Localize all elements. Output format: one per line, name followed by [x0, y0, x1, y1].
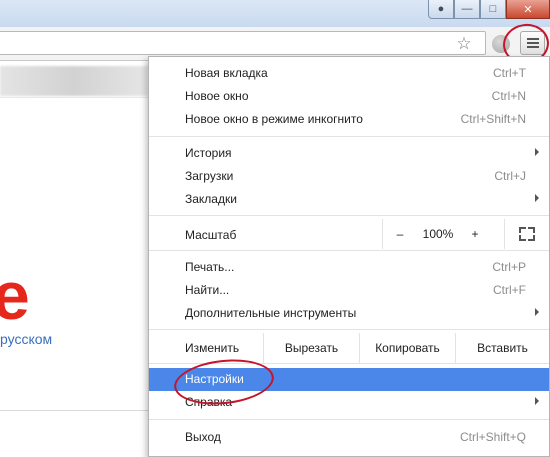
menu-item-label: Выход — [185, 430, 221, 444]
menu-item-shortcut: Ctrl+Shift+N — [460, 112, 526, 126]
site-logo: e — [0, 258, 30, 334]
blurred-page-header — [0, 66, 148, 96]
paste-label: Вставить — [477, 341, 528, 355]
menu-item-new-window[interactable]: Новое окно Ctrl+N — [149, 85, 549, 108]
chevron-right-icon — [535, 148, 539, 156]
menu-item-label: История — [185, 146, 232, 160]
menu-item-new-tab[interactable]: Новая вкладка Ctrl+T — [149, 62, 549, 85]
menu-item-find[interactable]: Найти... Ctrl+F — [149, 279, 549, 302]
menu-item-label: Печать... — [185, 260, 235, 274]
address-bar[interactable]: ☆ — [0, 31, 486, 55]
menu-item-label: Найти... — [185, 283, 230, 297]
menu-item-label: Загрузки — [185, 169, 234, 183]
chevron-right-icon — [535, 308, 539, 316]
menu-item-label: Новое окно — [185, 89, 249, 103]
cut-button[interactable]: Вырезать — [263, 333, 359, 363]
edit-label-text: Изменить — [185, 341, 240, 355]
zoom-level: 100% — [417, 219, 459, 249]
menu-item-shortcut: Ctrl+N — [491, 89, 526, 103]
menu-item-shortcut: Ctrl+Shift+Q — [459, 430, 526, 444]
zoom-out-button[interactable]: – — [382, 219, 417, 249]
zoom-in-button[interactable]: + — [459, 219, 491, 249]
menu-item-downloads[interactable]: Загрузки Ctrl+J — [149, 165, 549, 188]
menu-item-label: Закладки — [185, 192, 237, 206]
fullscreen-button[interactable] — [504, 219, 549, 249]
menu-item-history[interactable]: История — [149, 142, 549, 165]
edit-row: Изменить Вырезать Копировать Вставить — [149, 333, 549, 363]
menu-item-shortcut: Ctrl+P — [492, 260, 526, 274]
zoom-label: Масштаб — [185, 228, 237, 242]
menu-separator — [149, 215, 549, 216]
zoom-out-label: – — [396, 227, 404, 241]
copy-label: Копировать — [375, 341, 440, 355]
page-divider — [0, 410, 148, 411]
menu-item-incognito[interactable]: Новое окно в режиме инкогнито Ctrl+Shift… — [149, 108, 549, 131]
menu-item-print[interactable]: Печать... Ctrl+P — [149, 256, 549, 279]
window-controls: ● — □ ✕ — [428, 0, 550, 20]
user-icon[interactable]: ● — [428, 0, 454, 19]
star-icon[interactable]: ☆ — [453, 35, 475, 53]
chevron-right-icon — [535, 397, 539, 405]
menu-item-label: Новое окно в режиме инкогнито — [185, 112, 363, 126]
minimize-icon[interactable]: — — [454, 0, 480, 19]
zoom-in-label: + — [471, 227, 479, 241]
paste-button[interactable]: Вставить — [455, 333, 549, 363]
menu-separator — [149, 329, 549, 330]
menu-item-bookmarks[interactable]: Закладки — [149, 188, 549, 211]
menu-item-label: Дополнительные инструменты — [185, 306, 357, 320]
maximize-icon[interactable]: □ — [480, 0, 506, 19]
menu-item-shortcut: Ctrl+T — [493, 66, 526, 80]
menu-item-label: Новая вкладка — [185, 66, 268, 80]
zoom-row: Масштаб – 100% + — [149, 219, 549, 249]
language-link[interactable]: русском — [0, 331, 52, 347]
menu-item-exit[interactable]: Выход Ctrl+Shift+Q — [149, 426, 549, 449]
menu-item-shortcut: Ctrl+F — [493, 283, 526, 297]
cut-label: Вырезать — [284, 341, 339, 355]
menu-separator — [149, 136, 549, 137]
close-icon[interactable]: ✕ — [506, 0, 550, 19]
menu-separator — [149, 419, 549, 420]
zoom-value: 100% — [422, 227, 454, 241]
edit-label: Изменить — [149, 333, 263, 363]
chevron-right-icon — [535, 194, 539, 202]
menu-item-more-tools[interactable]: Дополнительные инструменты — [149, 302, 549, 325]
menu-separator — [149, 250, 549, 251]
window-title-bar: ● — □ ✕ — [0, 0, 550, 27]
menu-item-shortcut: Ctrl+J — [494, 169, 526, 183]
copy-button[interactable]: Копировать — [359, 333, 455, 363]
page-divider — [0, 97, 148, 98]
fullscreen-icon — [519, 227, 535, 241]
